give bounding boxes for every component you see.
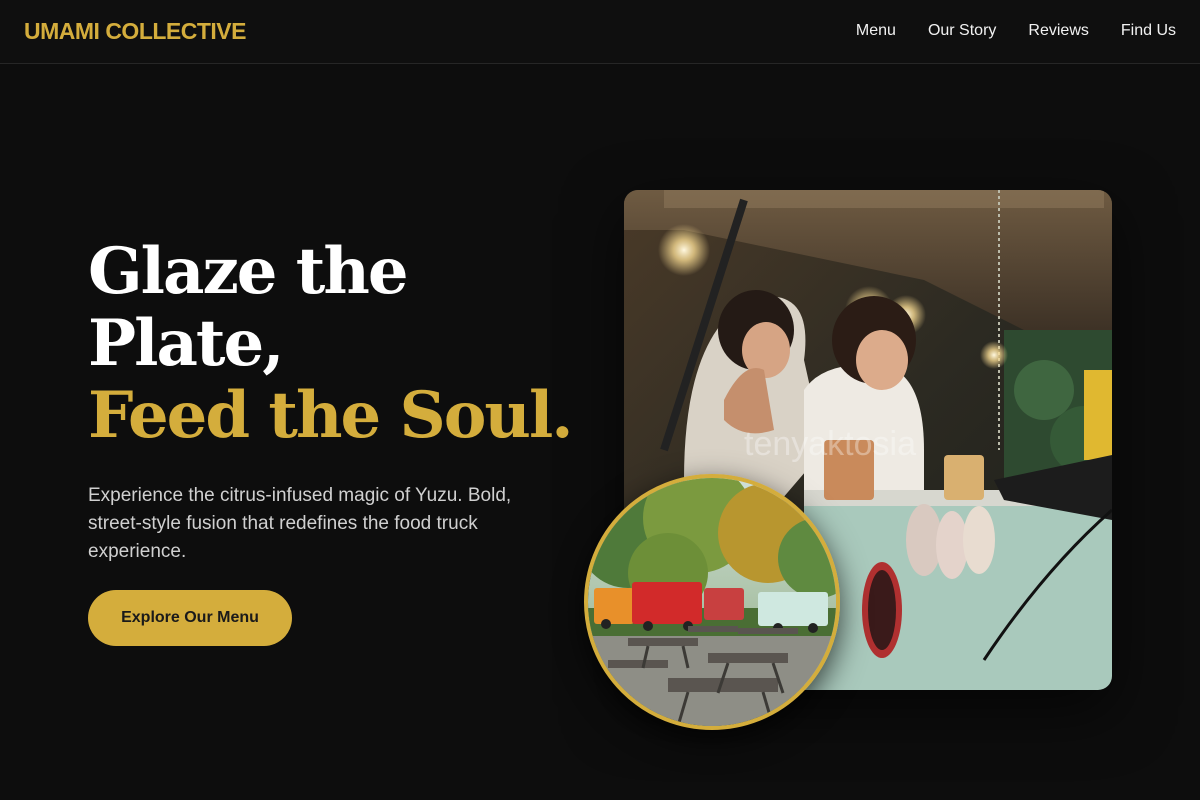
headline-line-2: Plate, — [88, 306, 284, 381]
hero-section: Glaze the Plate, Feed the Soul. Experien… — [88, 236, 588, 566]
photo-watermark: tenyaktosia — [744, 425, 916, 463]
park-illustration — [588, 478, 836, 726]
main-nav: Menu Our Story Reviews Find Us — [856, 22, 1176, 40]
nav-link-reviews[interactable]: Reviews — [1028, 22, 1088, 40]
hero-subtext: Experience the citrus-infused magic of Y… — [88, 485, 512, 562]
nav-link-menu[interactable]: Menu — [856, 22, 896, 40]
nav-link-find-us[interactable]: Find Us — [1121, 22, 1176, 40]
headline-line-1: Glaze the — [88, 234, 409, 309]
headline-accent-line: Feed the Soul. — [88, 378, 574, 453]
brand-logo[interactable]: UMAMI COLLECTIVE — [24, 18, 247, 45]
nav-link-our-story[interactable]: Our Story — [928, 22, 996, 40]
explore-menu-button[interactable]: Explore Our Menu — [88, 590, 292, 646]
top-navigation-bar: UMAMI COLLECTIVE Menu Our Story Reviews … — [0, 0, 1200, 64]
hero-headline: Glaze the Plate, Feed the Soul. — [88, 236, 588, 452]
food-trucks-park-photo — [584, 474, 840, 730]
